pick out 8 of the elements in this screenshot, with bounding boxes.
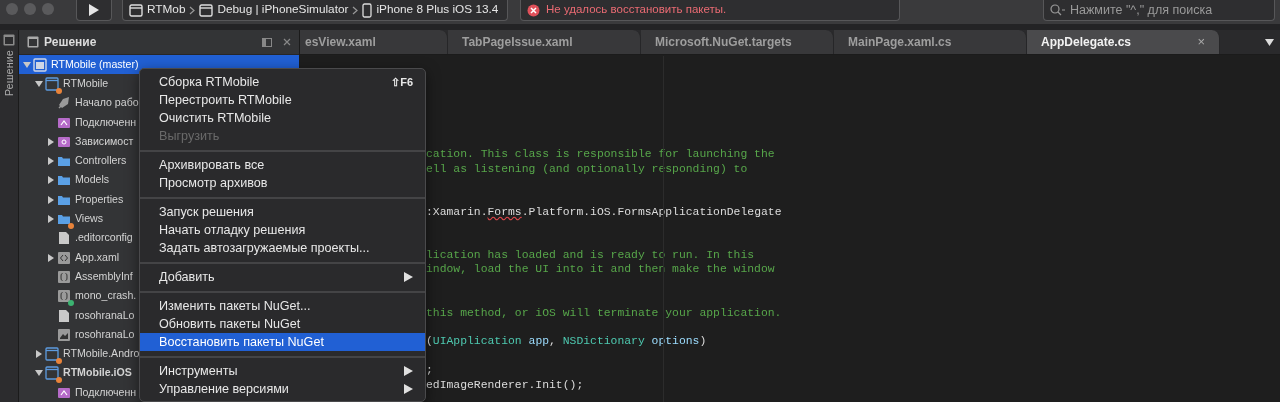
shortcut-label: ⇧F6 bbox=[391, 74, 413, 90]
code-line: this method, or iOS will terminate your application. bbox=[426, 306, 782, 319]
code-line: :Xamarin.Forms.Platform.iOS.FormsApplicationDelegate bbox=[426, 205, 782, 218]
code-line: edImageRenderer.Init(); bbox=[426, 378, 584, 391]
code-line: ; bbox=[426, 364, 433, 377]
code-line: ell as listening (and optionally responding) to bbox=[426, 162, 748, 175]
status-message: Не удалось восстановить пакеты. bbox=[546, 2, 727, 18]
panel-title: Решение bbox=[44, 34, 97, 51]
